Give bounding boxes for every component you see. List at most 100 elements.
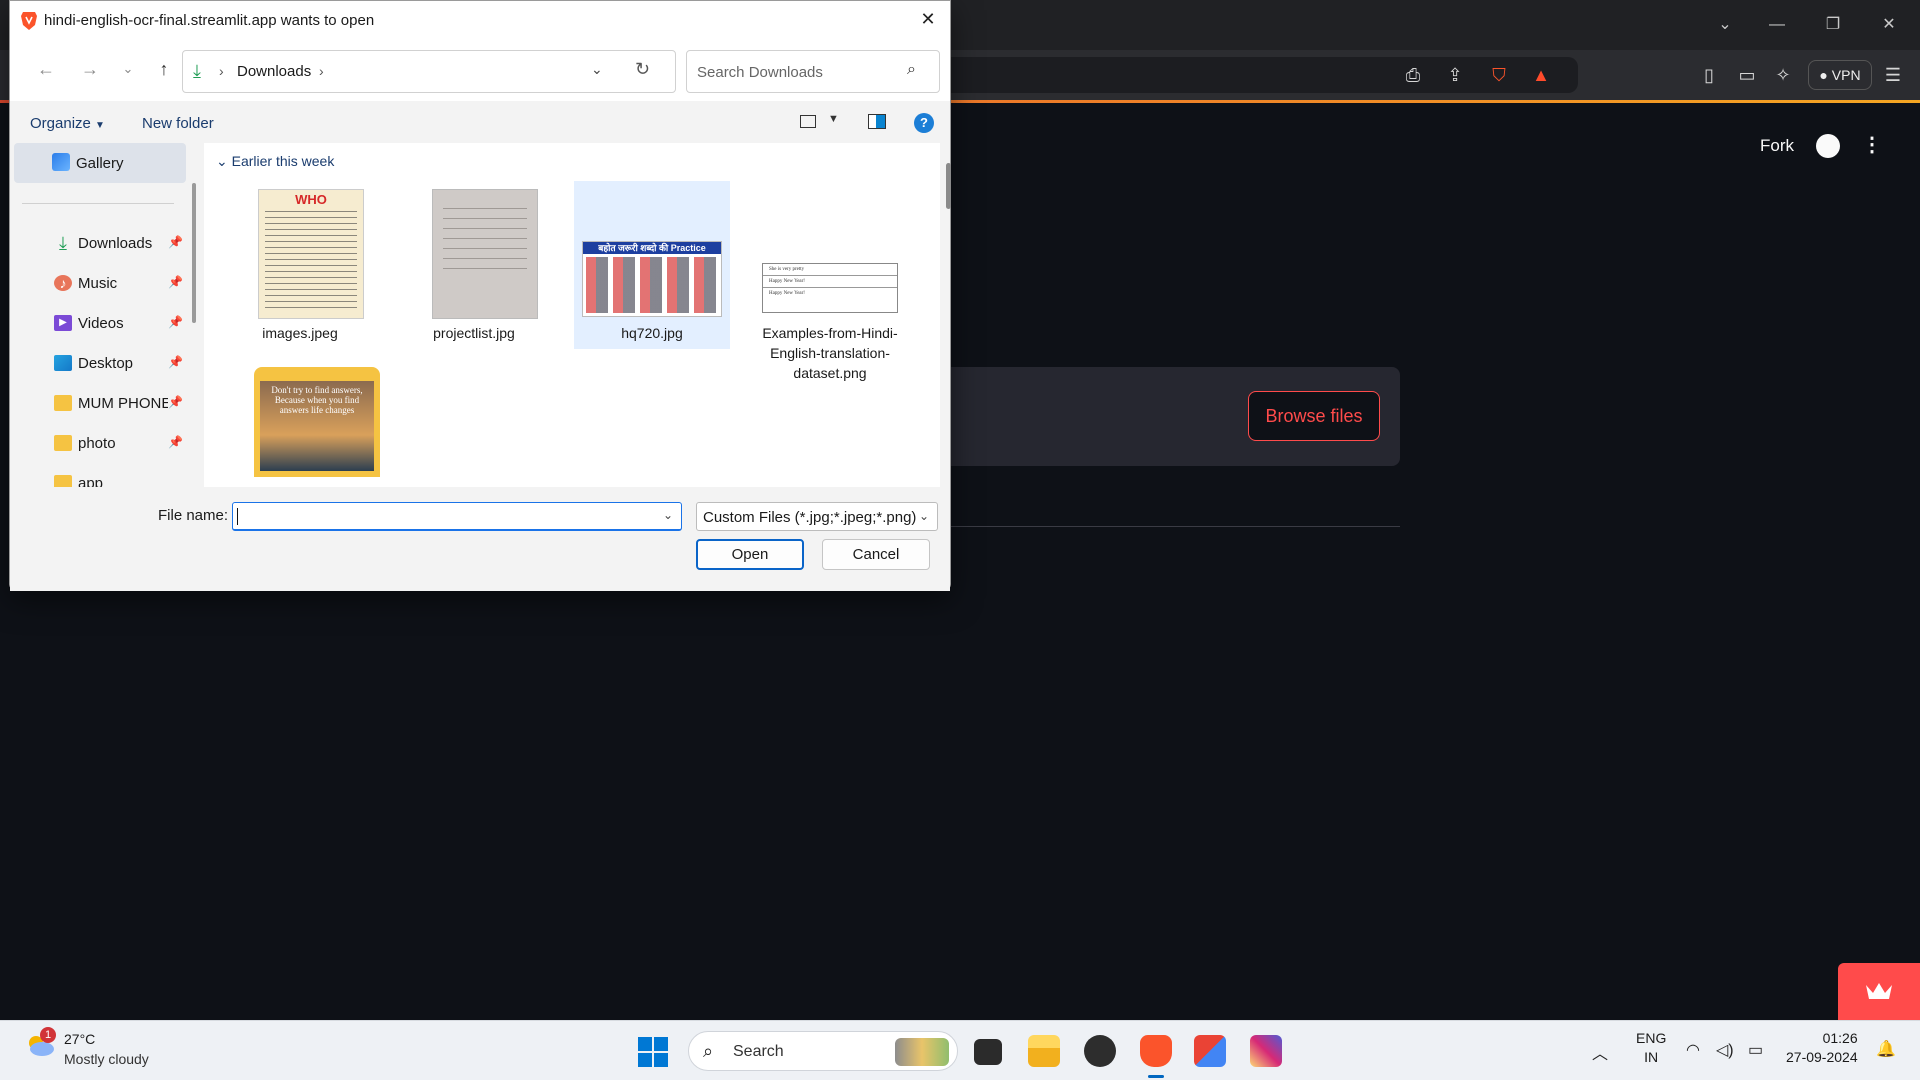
leo-ai-icon[interactable]: ✧ — [1770, 62, 1796, 88]
fork-link[interactable]: Fork — [1760, 136, 1794, 156]
battery-icon[interactable]: ▭ — [1748, 1040, 1763, 1060]
wallet-icon[interactable]: ▭ — [1734, 62, 1760, 88]
manage-app-button[interactable] — [1838, 963, 1920, 1020]
brave-rewards-icon[interactable]: ▲ — [1528, 62, 1554, 88]
obs-icon[interactable] — [1084, 1035, 1116, 1067]
file-thumbnail — [432, 189, 538, 319]
file-item[interactable]: projectlist.jpg — [396, 181, 552, 349]
nav-item-photo[interactable]: photo 📌 — [10, 429, 183, 459]
folder-icon — [54, 435, 72, 451]
brave-browser-icon[interactable] — [1140, 1035, 1172, 1067]
breadcrumb-downloads[interactable]: Downloads — [237, 63, 311, 80]
tab-search-dropdown-icon[interactable]: ⌄ — [1710, 12, 1740, 38]
browse-files-button[interactable]: Browse files — [1248, 391, 1380, 441]
system-clock[interactable]: 01:26 27-09-2024 — [1786, 1029, 1858, 1067]
nav-item-app[interactable]: app — [10, 469, 182, 487]
weather-alert-badge: 1 — [40, 1027, 56, 1043]
new-folder-button[interactable]: New folder — [142, 115, 214, 132]
instagram-icon[interactable] — [1250, 1035, 1282, 1067]
kebab-menu-icon[interactable]: ⋮ — [1862, 132, 1882, 157]
filename-history-dropdown-icon[interactable]: ⌄ — [663, 508, 673, 522]
thumbnail-text: Happy New Year! — [763, 276, 897, 288]
file-open-dialog: hindi-english-ocr-final.streamlit.app wa… — [9, 0, 951, 591]
breadcrumb-separator-icon[interactable]: › — [319, 63, 324, 79]
weather-temperature[interactable]: 27°C — [64, 1031, 95, 1047]
videos-icon: ▶ — [54, 315, 72, 331]
group-header[interactable]: ⌄ Earlier this week — [216, 153, 334, 170]
minimize-icon[interactable]: — — [1762, 12, 1792, 38]
sidebar-icon[interactable]: ▯ — [1696, 62, 1722, 88]
recent-locations-chevron-icon[interactable]: ⌄ — [116, 61, 140, 77]
vpn-button[interactable]: ● VPN — [1808, 60, 1872, 90]
install-app-icon[interactable]: ⎙ — [1400, 62, 1426, 88]
dialog-title-bar: hindi-english-ocr-final.streamlit.app wa… — [10, 1, 950, 41]
file-thumbnail: WHO — [258, 189, 364, 319]
dialog-title: hindi-english-ocr-final.streamlit.app wa… — [44, 12, 375, 29]
restore-icon[interactable]: ❐ — [1818, 12, 1848, 38]
menu-icon[interactable]: ☰ — [1880, 62, 1906, 88]
show-hidden-icons-chevron-icon[interactable]: ︿ — [1592, 1040, 1608, 1064]
notification-bell-icon[interactable]: 🔔 — [1876, 1039, 1896, 1059]
share-icon[interactable]: ⇪ — [1442, 62, 1468, 88]
cancel-button[interactable]: Cancel — [822, 539, 930, 570]
file-item-selected[interactable]: बहोत जरूरी शब्दो की Practice hq720.jpg — [574, 181, 730, 349]
window-close-icon[interactable]: ✕ — [1874, 12, 1904, 38]
nav-item-videos[interactable]: ▶ Videos 📌 — [10, 309, 183, 339]
up-arrow-icon[interactable]: ↑ — [152, 59, 176, 80]
dialog-search-input[interactable]: Search Downloads ⌕ — [686, 50, 940, 93]
nav-item-mum-phone[interactable]: MUM PHONE 📌 — [10, 389, 183, 419]
crown-icon — [1866, 983, 1892, 999]
file-item[interactable]: Don't try to find answers, Because when … — [222, 361, 380, 487]
nav-item-downloads[interactable]: ⤓ Downloads 📌 — [10, 229, 183, 259]
input-language[interactable]: ENG IN — [1636, 1029, 1666, 1067]
address-breadcrumb[interactable]: ⤓ › Downloads › ⌄ ↻ — [182, 50, 676, 93]
language-code: ENG — [1636, 1030, 1667, 1046]
wifi-icon[interactable]: ◠ — [1686, 1040, 1700, 1060]
preview-pane-icon[interactable] — [868, 114, 886, 129]
filename-input[interactable]: ⌄ — [232, 502, 682, 531]
taskbar-search[interactable]: ⌕ Search — [688, 1031, 958, 1071]
navigation-pane: Gallery ⤓ Downloads 📌 ♪ Music 📌 ▶ Videos… — [10, 143, 202, 487]
file-item[interactable]: She is very pretty Happy New Year! Happy… — [752, 181, 908, 381]
address-bar[interactable] — [930, 57, 1578, 93]
start-button[interactable] — [638, 1037, 668, 1067]
organize-dropdown-icon: ▼ — [95, 120, 105, 131]
nav-item-desktop[interactable]: Desktop 📌 — [10, 349, 183, 379]
thumbnail-text: Because when you find — [274, 395, 360, 405]
pin-icon: 📌 — [168, 435, 183, 449]
file-explorer-icon[interactable] — [1028, 1035, 1060, 1067]
organize-menu[interactable]: Organize ▼ — [30, 115, 105, 132]
file-list-scrollbar[interactable] — [946, 163, 951, 209]
download-icon: ⤓ — [59, 233, 67, 253]
brave-logo-icon — [21, 12, 37, 30]
nav-item-music[interactable]: ♪ Music 📌 — [10, 269, 183, 299]
view-mode-icon[interactable] — [800, 115, 816, 128]
forward-arrow-icon[interactable]: → — [78, 59, 102, 80]
navigation-scrollbar[interactable] — [192, 183, 196, 323]
back-arrow-icon[interactable]: ← — [34, 59, 58, 80]
task-view-icon[interactable] — [974, 1039, 1002, 1065]
view-dropdown-icon[interactable]: ▼ — [828, 113, 839, 125]
refresh-icon[interactable]: ↻ — [635, 59, 650, 80]
filetype-select[interactable]: Custom Files (*.jpg;*.jpeg;*.png) ⌄ — [696, 502, 938, 531]
address-dropdown-icon[interactable]: ⌄ — [591, 61, 603, 78]
vpn-status-icon: ● — [1819, 67, 1828, 83]
open-button[interactable]: Open — [696, 539, 804, 570]
file-item[interactable]: WHO images.jpeg — [222, 181, 378, 349]
github-icon[interactable] — [1816, 134, 1840, 158]
weather-condition[interactable]: Mostly cloudy — [64, 1051, 149, 1067]
volume-icon[interactable]: ◁) — [1716, 1040, 1734, 1060]
gmail-icon[interactable] — [1194, 1035, 1226, 1067]
gallery-icon — [52, 153, 70, 171]
file-name: hq720.jpg — [621, 325, 683, 341]
pin-icon: 📌 — [168, 275, 183, 289]
thumbnail-text: Happy New Year! — [769, 291, 805, 296]
nav-item-label: MUM PHONE — [78, 395, 168, 412]
dialog-close-icon[interactable]: ✕ — [916, 9, 940, 30]
help-icon[interactable]: ? — [914, 113, 934, 133]
brave-shields-icon[interactable]: ⛉ — [1486, 62, 1512, 88]
nav-item-gallery[interactable]: Gallery — [14, 143, 186, 183]
nav-item-label: Gallery — [76, 155, 124, 172]
file-name: projectlist.jpg — [433, 325, 515, 341]
thumbnail-text: बहोत जरूरी शब्दो की Practice — [583, 242, 721, 254]
